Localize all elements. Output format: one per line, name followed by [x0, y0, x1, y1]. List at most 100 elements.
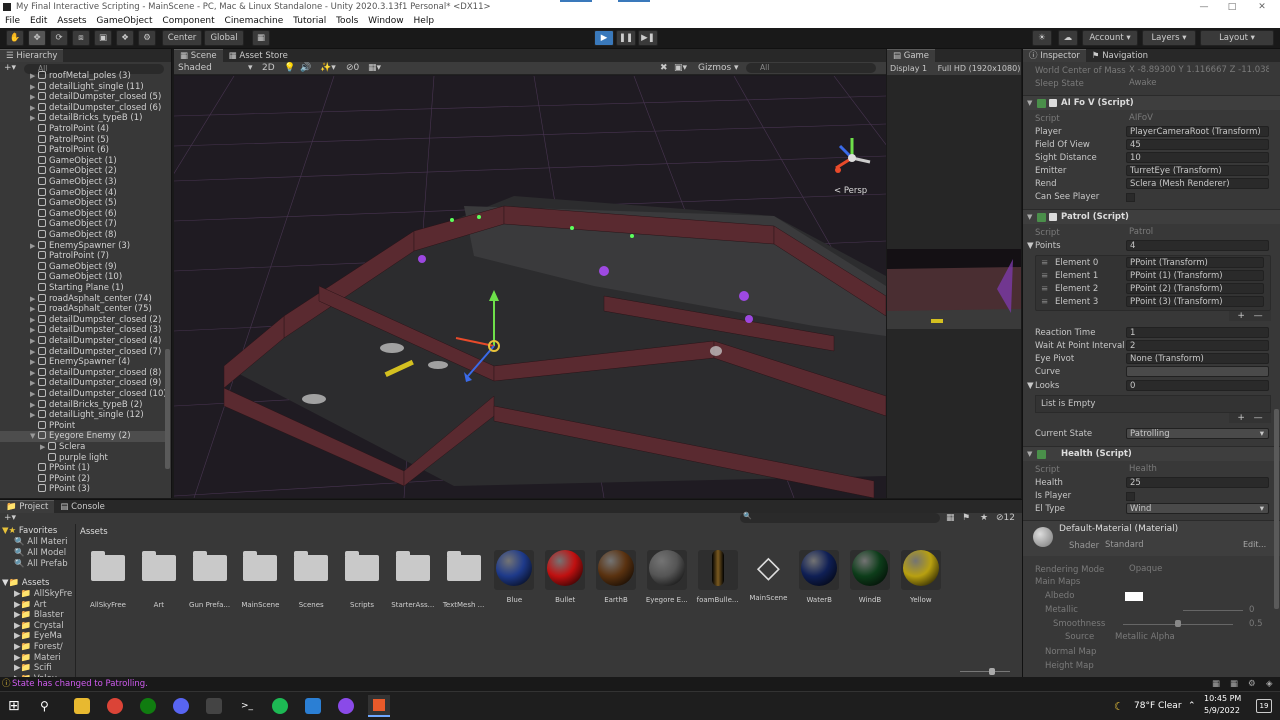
asset-item[interactable]: StarterAss...: [389, 548, 437, 609]
favorite-2[interactable]: 🔍 All Prefab: [14, 559, 80, 570]
current-state-dropdown[interactable]: Patrolling ▾: [1126, 428, 1269, 439]
chrome-icon[interactable]: [107, 698, 123, 714]
tab-asset-store[interactable]: ▦ Asset Store: [222, 49, 294, 62]
unity-editor-icon[interactable]: [368, 695, 390, 717]
tab-scene[interactable]: ▦ Scene: [174, 49, 223, 62]
asset-item[interactable]: Scenes: [287, 548, 335, 609]
folder-tree-item[interactable]: ▶📁 AllSkyFre: [14, 589, 80, 600]
hierarchy-item[interactable]: ▶ detailDumpster_closed (6): [0, 102, 168, 114]
expand-arrow-icon[interactable]: ▶: [30, 71, 38, 82]
hierarchy-item[interactable]: ▶ detailDumpster_closed (9): [0, 378, 168, 389]
rotate-tool-icon[interactable]: ⟳: [50, 30, 68, 46]
expand-arrow-icon[interactable]: ▶: [30, 400, 38, 411]
scale-tool-icon[interactable]: ⧈: [72, 30, 90, 46]
hierarchy-item[interactable]: PatrolPoint (4): [0, 124, 168, 135]
hierarchy-item[interactable]: PatrolPoint (6): [0, 145, 168, 156]
add-look-icon[interactable]: +: [1237, 413, 1245, 423]
perspective-label[interactable]: < Persp: [834, 186, 867, 196]
favorite-1[interactable]: 🔍 All Model: [14, 548, 80, 559]
aifov-component-header[interactable]: ▼ AI Fo V (Script): [1023, 95, 1280, 110]
hierarchy-item[interactable]: PPoint (1): [0, 463, 168, 474]
hierarchy-item[interactable]: GameObject (2): [0, 166, 168, 177]
expand-arrow-icon[interactable]: ▶: [30, 294, 38, 305]
health-field[interactable]: 25: [1126, 477, 1269, 488]
lighting-toggle-icon[interactable]: 💡: [284, 63, 295, 74]
el-type-dropdown[interactable]: Wind ▾: [1126, 503, 1269, 514]
hierarchy-item[interactable]: GameObject (6): [0, 208, 168, 220]
menu-edit[interactable]: Edit: [30, 16, 47, 26]
clock-date[interactable]: 5/9/2022: [1204, 706, 1240, 715]
shading-dropdown[interactable]: Shaded ▾: [178, 63, 254, 74]
expand-arrow-icon[interactable]: ▶: [30, 304, 38, 315]
metallic-value[interactable]: 0: [1249, 604, 1254, 616]
zoom-slider-handle[interactable]: [989, 668, 995, 675]
albedo-color-swatch[interactable]: [1125, 592, 1143, 601]
tab-game[interactable]: ▤ Game: [887, 49, 936, 62]
aifov-rend-field[interactable]: Sclera (Mesh Renderer): [1126, 178, 1269, 189]
hierarchy-item[interactable]: GameObject (1): [0, 155, 168, 167]
hierarchy-item[interactable]: ▶ detailLight_single (12): [0, 410, 168, 421]
inspector-scrollbar[interactable]: [1274, 409, 1279, 609]
pause-button[interactable]: ❚❚: [616, 30, 636, 46]
notifications-icon[interactable]: 19: [1256, 699, 1272, 713]
tools-icon[interactable]: ✖: [660, 63, 668, 74]
hand-tool-icon[interactable]: ✋: [6, 30, 24, 46]
menu-help[interactable]: Help: [414, 16, 435, 26]
clock-time[interactable]: 10:45 PM: [1204, 694, 1241, 703]
step-button[interactable]: ▶❚: [638, 30, 658, 46]
weather-text[interactable]: 78°F Clear: [1134, 701, 1182, 711]
asset-item[interactable]: Bullet: [541, 548, 589, 608]
2d-toggle[interactable]: 2D: [262, 63, 275, 74]
hierarchy-item[interactable]: ▶ EnemySpawner (4): [0, 357, 168, 368]
vscode-icon[interactable]: [305, 698, 321, 714]
reaction-time-field[interactable]: 1: [1126, 327, 1269, 338]
smoothness-slider-handle[interactable]: [1175, 620, 1181, 627]
folder-tree-item[interactable]: ▶📁 Scifi: [14, 663, 80, 674]
zoom-slider[interactable]: [960, 671, 1010, 672]
health-component-header[interactable]: ▼ Health (Script): [1023, 446, 1280, 461]
rendering-mode-dropdown[interactable]: Opaque: [1126, 564, 1269, 575]
element-1-field[interactable]: PPoint (1) (Transform): [1126, 270, 1264, 281]
expand-arrow-icon[interactable]: ▶: [30, 336, 38, 347]
hierarchy-item[interactable]: GameObject (7): [0, 219, 168, 230]
hierarchy-item[interactable]: GameObject (8): [0, 230, 168, 241]
asset-item[interactable]: Art: [135, 548, 183, 609]
hierarchy-item[interactable]: ▶ detailBricks_typeB (2): [0, 399, 168, 411]
pivot-center-button[interactable]: Center: [162, 30, 202, 46]
resolution-dropdown[interactable]: Full HD (1920x1080): [938, 64, 1021, 73]
asset-item[interactable]: Yellow: [897, 548, 945, 608]
aifov-caret-icon[interactable]: ▼: [1027, 96, 1032, 111]
custom-tool-icon[interactable]: ⚙: [138, 30, 156, 46]
hierarchy-item[interactable]: GameObject (5): [0, 198, 168, 209]
remove-point-icon[interactable]: —: [1254, 311, 1263, 321]
close-icon[interactable]: ✕: [1252, 0, 1272, 14]
smoothness-value[interactable]: 0.5: [1249, 618, 1263, 630]
expand-arrow-icon[interactable]: ▶: [30, 103, 38, 114]
hierarchy-item[interactable]: ▶ detailDumpster_closed (5): [0, 92, 168, 103]
favorites-node[interactable]: ▼★ Favorites: [2, 526, 68, 537]
shader-edit-button[interactable]: Edit...: [1243, 540, 1266, 549]
asset-item[interactable]: MainScene: [236, 548, 284, 609]
wait-interval-field[interactable]: 2: [1126, 340, 1269, 351]
scene-search-input[interactable]: All: [746, 63, 876, 73]
shader-dropdown[interactable]: Standard: [1105, 540, 1235, 551]
asset-item[interactable]: WindB: [846, 548, 894, 608]
aifov-fov-field[interactable]: 45: [1126, 139, 1269, 150]
remove-look-icon[interactable]: —: [1254, 413, 1263, 423]
hierarchy-item[interactable]: ▶ roofMetal_poles (3): [0, 71, 168, 82]
hierarchy-item[interactable]: PPoint: [0, 420, 168, 432]
folder-tree-item[interactable]: ▶📁 Forest/: [14, 642, 80, 653]
hierarchy-item[interactable]: ▶ detailDumpster_closed (10): [0, 389, 168, 400]
points-count-field[interactable]: 4: [1126, 240, 1269, 251]
hierarchy-item[interactable]: ▶ EnemySpawner (3): [0, 240, 168, 252]
layout-dropdown[interactable]: Layout ▾: [1200, 30, 1274, 46]
can-see-player-checkbox[interactable]: [1126, 193, 1135, 202]
add-point-icon[interactable]: +: [1237, 311, 1245, 321]
hierarchy-scrollbar[interactable]: [165, 349, 170, 469]
patrol-points-row[interactable]: ▼ Points 4: [1027, 240, 1269, 252]
hierarchy-item[interactable]: PPoint (2): [0, 473, 168, 485]
hierarchy-item[interactable]: GameObject (9): [0, 261, 168, 273]
aifov-enabled-checkbox[interactable]: [1049, 99, 1057, 107]
menu-assets[interactable]: Assets: [57, 16, 86, 26]
drag-handle-icon[interactable]: ≡: [1041, 283, 1048, 295]
